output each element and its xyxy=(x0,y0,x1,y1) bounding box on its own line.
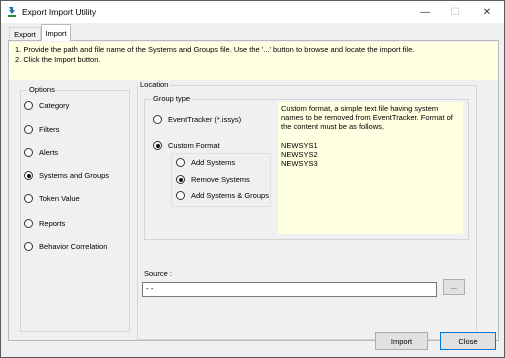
option-token-value[interactable]: Token Value xyxy=(24,194,80,203)
remove-systems-label: Remove Systems xyxy=(191,175,250,184)
close-button[interactable]: Close xyxy=(440,332,496,350)
export-import-window: Export Import Utility — ☐ ✕ Export Impor… xyxy=(0,0,505,358)
radio-icon xyxy=(24,242,33,251)
option-systems-and-groups[interactable]: Systems and Groups xyxy=(24,171,109,180)
radio-icon xyxy=(176,191,185,200)
option-filters-label: Filters xyxy=(39,125,60,134)
source-input[interactable]: - - xyxy=(142,282,437,297)
import-button[interactable]: Import xyxy=(375,332,428,350)
option-systems-and-groups-label: Systems and Groups xyxy=(39,171,110,180)
example-line-2: NEWSYS2 xyxy=(281,149,318,159)
radio-icon xyxy=(24,101,33,110)
group-type-title: Group type xyxy=(151,94,193,103)
radio-checked-icon xyxy=(24,171,33,180)
browse-button[interactable]: ... xyxy=(443,279,465,295)
radio-eventtracker-format[interactable]: EventTracker (*.issys) xyxy=(153,115,241,124)
radio-add-systems[interactable]: Add Systems xyxy=(176,158,235,167)
example-line-1: NEWSYS1 xyxy=(281,140,318,150)
close-window-button[interactable]: ✕ xyxy=(472,1,502,23)
radio-icon xyxy=(24,219,33,228)
radio-checked-icon xyxy=(153,141,162,150)
radio-icon xyxy=(24,194,33,203)
instruction-line-2: 2. Click the Import button. xyxy=(15,54,101,64)
source-label: Source : xyxy=(144,269,172,278)
custom-format-label: Custom Format xyxy=(168,141,220,150)
radio-remove-systems[interactable]: Remove Systems xyxy=(176,175,250,184)
eventtracker-format-label: EventTracker (*.issys) xyxy=(168,115,242,124)
radio-checked-icon xyxy=(176,175,185,184)
title-bar: Export Import Utility — ☐ ✕ xyxy=(1,1,504,23)
radio-icon xyxy=(153,115,162,124)
option-category[interactable]: Category xyxy=(24,101,69,110)
maximize-button[interactable]: ☐ xyxy=(440,1,470,23)
instruction-line-1: 1. Provide the path and file name of the… xyxy=(15,45,415,54)
client-area: Export Import 1. Provide the path and fi… xyxy=(2,23,504,357)
app-icon xyxy=(8,7,16,17)
example-line-3: NEWSYS3 xyxy=(281,159,318,169)
radio-add-systems-and-groups[interactable]: Add Systems & Groups xyxy=(176,191,269,200)
radio-icon xyxy=(24,125,33,134)
option-alerts[interactable]: Alerts xyxy=(24,148,58,157)
option-token-value-label: Token Value xyxy=(39,194,80,203)
radio-icon xyxy=(176,158,185,167)
window-title: Export Import Utility xyxy=(22,7,97,17)
option-filters[interactable]: Filters xyxy=(24,125,59,134)
option-category-label: Category xyxy=(39,101,70,110)
radio-icon xyxy=(24,148,33,157)
format-description: Custom format, a simple text file having… xyxy=(278,102,463,234)
option-reports[interactable]: Reports xyxy=(24,219,65,228)
format-description-text: Custom format, a simple text file having… xyxy=(281,104,453,132)
tab-export[interactable]: Export xyxy=(9,27,41,41)
location-group-title: Location xyxy=(138,80,171,89)
tab-import[interactable]: Import xyxy=(41,24,71,41)
add-systems-label: Add Systems xyxy=(191,158,236,167)
radio-custom-format[interactable]: Custom Format xyxy=(153,141,220,150)
option-behavior-correlation-label: Behavior Correlation xyxy=(39,242,108,251)
option-reports-label: Reports xyxy=(39,219,66,228)
minimize-button[interactable]: — xyxy=(410,1,440,23)
instructions-box: 1. Provide the path and file name of the… xyxy=(9,42,498,80)
option-behavior-correlation[interactable]: Behavior Correlation xyxy=(24,242,107,251)
add-systems-and-groups-label: Add Systems & Groups xyxy=(191,191,269,200)
options-group-title: Options xyxy=(27,85,57,94)
option-alerts-label: Alerts xyxy=(39,148,59,157)
